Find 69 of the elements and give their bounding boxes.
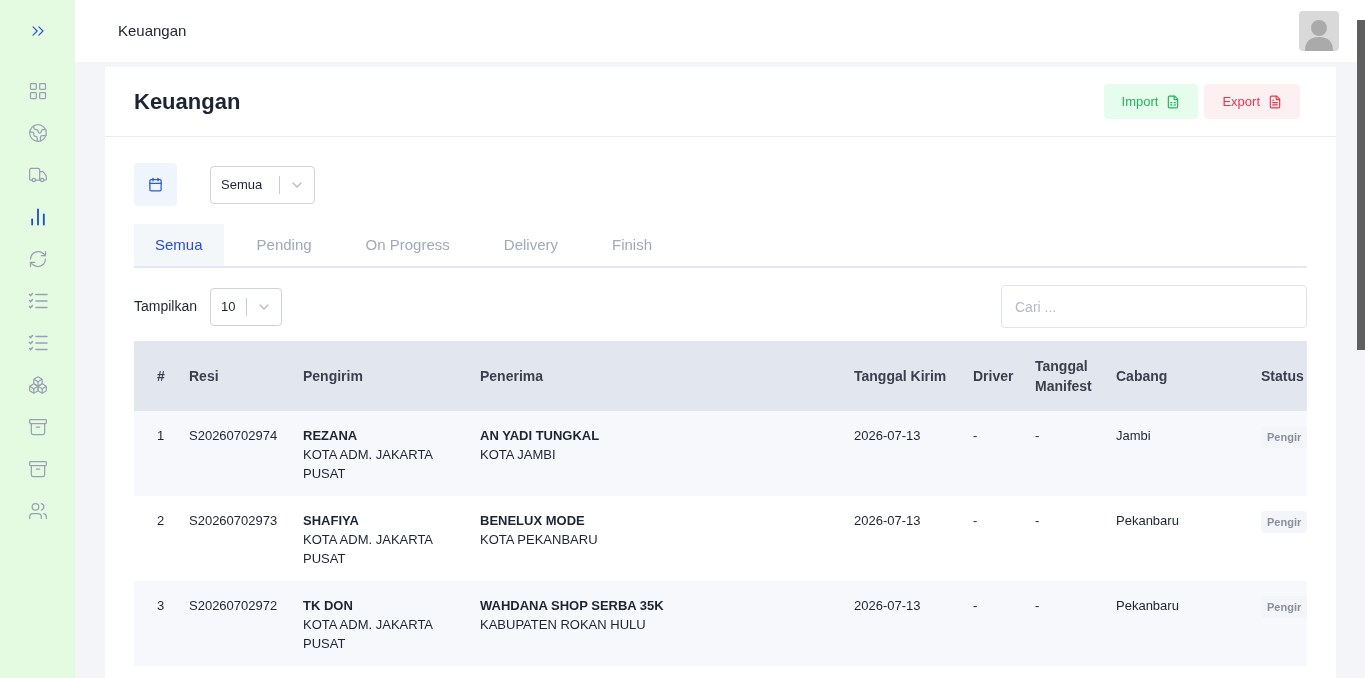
- page-title: Keuangan: [134, 88, 241, 116]
- table-cell: -: [973, 428, 978, 443]
- table-cell: -: [973, 598, 978, 613]
- receiver-name: BENELUX MODE: [480, 512, 586, 530]
- refresh-icon: [27, 249, 48, 269]
- column-header: Cabang: [1116, 366, 1168, 386]
- table-cell: 2026-07-13: [854, 428, 921, 443]
- receiver-name: AN YADI TUNGKAL: [480, 427, 601, 445]
- column-header: Penerima: [480, 366, 544, 386]
- column-header: Pengirim: [303, 366, 363, 386]
- header-title: Keuangan: [118, 20, 187, 41]
- search-field[interactable]: Cari ...: [1001, 285, 1307, 328]
- receiver-city: KOTA JAMBI: [480, 446, 557, 464]
- status-tab[interactable]: Semua: [134, 224, 224, 266]
- receiver-city: KOTA PEKANBARU: [480, 531, 599, 549]
- table-cell: -: [1035, 598, 1040, 613]
- import-button[interactable]: Import: [1103, 84, 1199, 119]
- column-header: #: [157, 366, 165, 386]
- boxes-icon: [27, 375, 48, 395]
- table-cell: Pekanbaru: [1116, 513, 1179, 528]
- receiver-city: KABUPATEN ROKAN HULU: [480, 616, 647, 634]
- status-tab[interactable]: Finish: [591, 224, 673, 266]
- grid-icon: [27, 81, 48, 101]
- calendar-button[interactable]: [134, 163, 177, 206]
- status-tab[interactable]: Pending: [235, 224, 333, 266]
- truck-icon: [27, 165, 48, 185]
- table-cell: -: [1035, 428, 1040, 443]
- sender-city: KOTA ADM. JAKARTA PUSAT: [303, 616, 434, 653]
- users-icon: [27, 501, 48, 521]
- column-header: Resi: [189, 366, 219, 386]
- status-select[interactable]: Semua: [210, 165, 315, 204]
- sender-name: TK DON: [303, 597, 354, 615]
- table-cell: 2: [157, 513, 165, 528]
- status-tab[interactable]: On Progress: [344, 224, 471, 266]
- table-cell: 3: [157, 598, 165, 613]
- task-list-icon: [27, 334, 48, 352]
- table-cell: -: [973, 513, 978, 528]
- sender-name: SHAFIYA: [303, 512, 360, 530]
- table-cell: S20260702972: [189, 598, 278, 613]
- calendar-icon: [148, 177, 163, 192]
- receiver-name: WAHDANA SHOP SERBA 35K: [480, 597, 665, 615]
- table-cell: S20260702974: [189, 428, 278, 443]
- table-cell: Pekanbaru: [1116, 598, 1179, 613]
- archive-icon: [27, 417, 48, 437]
- column-header: Status: [1261, 366, 1304, 386]
- table-cell: Jambi: [1116, 428, 1151, 443]
- column-header: Tanggal Kirim: [854, 366, 947, 386]
- status-badge: Pengir: [1261, 511, 1307, 533]
- table-cell: 1: [157, 428, 165, 443]
- archive-icon: [27, 459, 48, 479]
- table-cell: 2026-07-13: [854, 513, 921, 528]
- table-cell: S20260702973: [189, 513, 278, 528]
- export-button[interactable]: Export: [1204, 84, 1300, 119]
- sender-city: KOTA ADM. JAKARTA PUSAT: [303, 446, 434, 483]
- page-length-select[interactable]: 10: [210, 287, 283, 326]
- task-list-icon: [27, 292, 48, 310]
- document-icon: [1268, 94, 1282, 109]
- column-header: Driver: [973, 366, 1014, 386]
- length-label: Tampilkan: [134, 297, 198, 316]
- sender-name: REZANA: [303, 427, 359, 445]
- avatar[interactable]: [1299, 11, 1339, 51]
- column-header: Tanggal Manifest: [1035, 356, 1093, 396]
- globe-icon: [27, 123, 48, 143]
- spreadsheet-icon: [1166, 94, 1181, 109]
- table-cell: -: [1035, 513, 1040, 528]
- status-tab[interactable]: Delivery: [482, 224, 579, 266]
- user-silhouette-icon: [1303, 17, 1335, 51]
- sender-city: KOTA ADM. JAKARTA PUSAT: [303, 531, 434, 568]
- table-cell: 2026-07-13: [854, 598, 921, 613]
